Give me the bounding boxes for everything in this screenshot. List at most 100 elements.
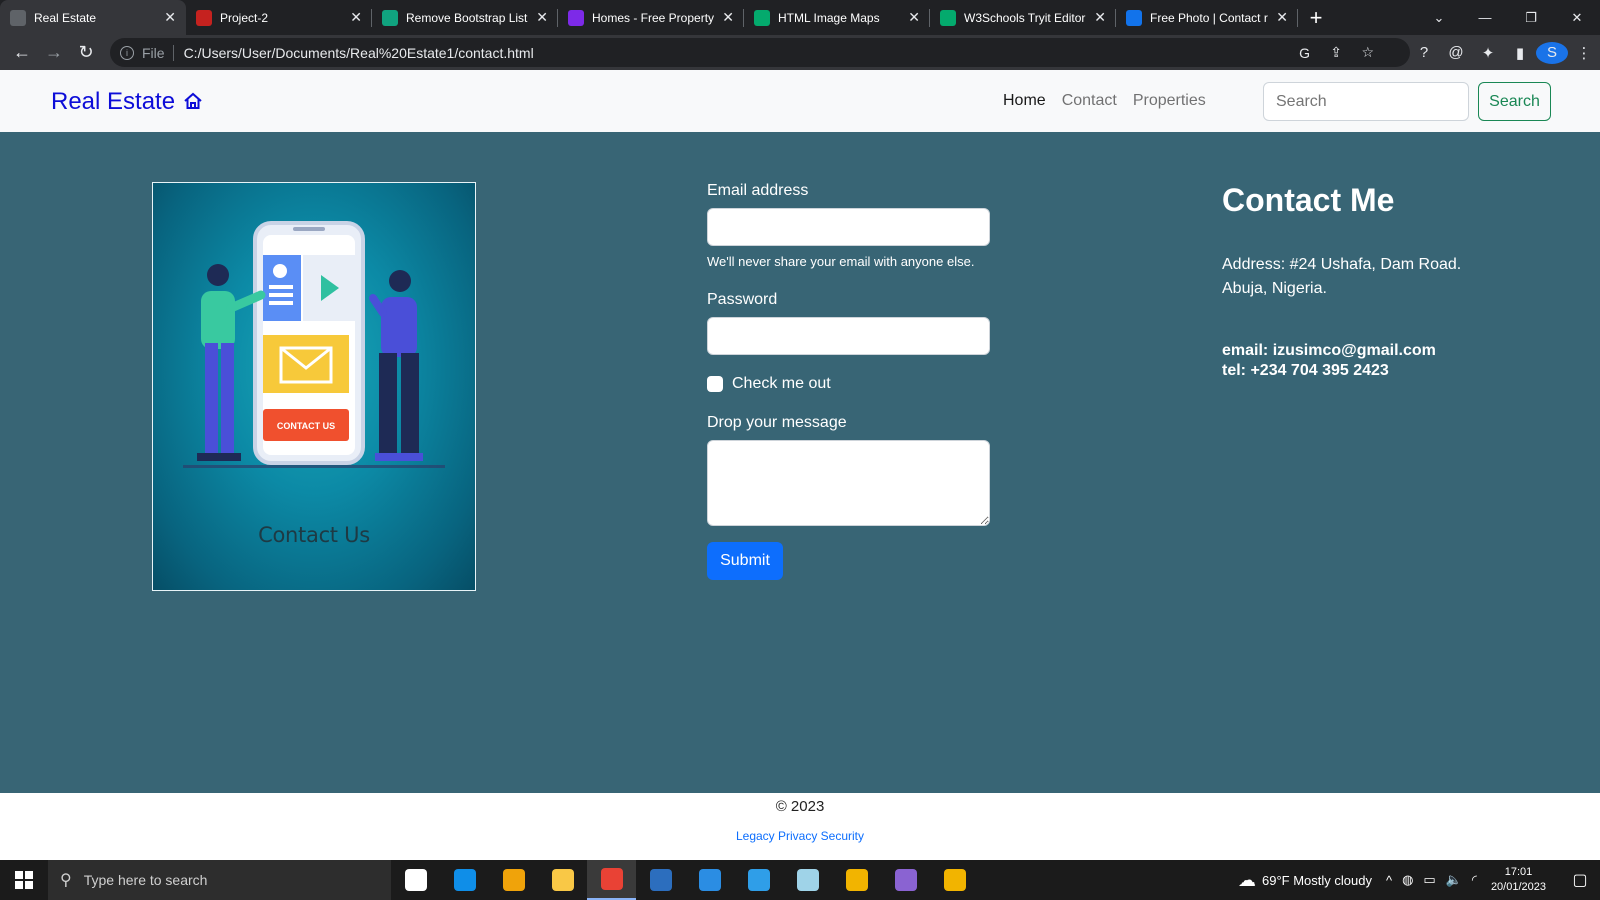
nav-properties[interactable]: Properties xyxy=(1133,92,1206,110)
date: 20/01/2023 xyxy=(1490,881,1546,893)
illustration-button-text: CONTACT US xyxy=(277,421,335,431)
taskbar-app[interactable] xyxy=(783,860,832,900)
menu-kebab-icon[interactable]: ⋮ xyxy=(1568,44,1600,62)
email-field[interactable] xyxy=(707,208,990,246)
password-field[interactable] xyxy=(707,317,990,355)
site-navbar: Real Estate Home Contact Properties Sear… xyxy=(0,70,1600,132)
time: 17:01 xyxy=(1504,866,1533,878)
message-label: Drop your message xyxy=(707,414,847,431)
illustration-graphic: CONTACT US xyxy=(183,221,445,468)
contact-heading: Contact Me xyxy=(1222,182,1395,218)
browser-tab[interactable]: Free Photo | Contact re ✕ xyxy=(1116,0,1298,35)
check-me-out-label[interactable]: Check me out xyxy=(732,375,831,393)
extensions-puzzle-icon[interactable]: ✦ xyxy=(1472,44,1504,62)
start-button[interactable] xyxy=(0,860,48,900)
new-tab-button[interactable]: + xyxy=(1298,0,1334,35)
tab-title: Remove Bootstrap List I xyxy=(406,10,529,25)
css3-icon xyxy=(649,869,672,891)
taskbar-app[interactable] xyxy=(587,860,636,900)
tab-search-icon[interactable]: ⌄ xyxy=(1416,0,1462,35)
browser-tab[interactable]: Project-2 ✕ xyxy=(186,0,372,35)
forward-button[interactable]: → xyxy=(38,37,70,69)
search-input[interactable] xyxy=(1263,82,1469,121)
tab-title: Real Estate xyxy=(34,10,97,25)
contact-email: email: izusimco@gmail.com xyxy=(1222,342,1436,359)
message-field[interactable] xyxy=(707,440,990,526)
google-icon[interactable]: G xyxy=(1299,45,1310,61)
weather-icon[interactable]: ☁ xyxy=(1238,870,1256,891)
contact-info: Contact Me Address: #24 Ushafa, Dam Road… xyxy=(1222,182,1542,381)
taskbar-app[interactable] xyxy=(734,860,783,900)
taskbar-app[interactable] xyxy=(930,860,979,900)
clock[interactable]: 17:01 20/01/2023 xyxy=(1491,865,1546,895)
tab-close-icon[interactable]: ✕ xyxy=(1276,9,1288,26)
taskbar-app[interactable] xyxy=(440,860,489,900)
taskbar-app[interactable] xyxy=(636,860,685,900)
taskbar-app[interactable] xyxy=(881,860,930,900)
notification-icon[interactable]: ▢ xyxy=(1560,870,1600,890)
browser-tab[interactable]: HTML Image Maps ✕ xyxy=(744,0,930,35)
footer-links[interactable]: Legacy Privacy Security xyxy=(0,829,1600,843)
tab-title: Homes - Free Property xyxy=(592,10,715,25)
avatar: S xyxy=(1536,41,1568,64)
brand[interactable]: Real Estate xyxy=(51,88,203,116)
contact-us-illustration: CONTACT US Contact Us xyxy=(152,182,476,591)
tab-close-icon[interactable]: ✕ xyxy=(164,9,176,26)
extension-help-icon[interactable]: ? xyxy=(1408,44,1440,61)
tab-close-icon[interactable]: ✕ xyxy=(1094,9,1106,26)
reload-button[interactable]: ↻ xyxy=(70,37,102,69)
tab-close-icon[interactable]: ✕ xyxy=(722,9,734,26)
nav-home[interactable]: Home xyxy=(1003,92,1046,110)
tab-close-icon[interactable]: ✕ xyxy=(908,9,920,26)
restore-button[interactable]: ❐ xyxy=(1508,0,1554,35)
edge-icon xyxy=(453,869,476,891)
close-window-button[interactable]: ✕ xyxy=(1554,0,1600,35)
back-button[interactable]: ← xyxy=(6,37,38,69)
project-icon xyxy=(196,9,212,26)
tab-close-icon[interactable]: ✕ xyxy=(350,9,362,26)
brand-name: Real Estate xyxy=(51,88,176,115)
taskbar-search[interactable]: ⚲ Type here to search xyxy=(48,860,391,900)
taskbar-app[interactable] xyxy=(685,860,734,900)
w3schools-icon xyxy=(754,9,770,26)
task-view-icon xyxy=(404,869,427,891)
battery-icon[interactable]: ▭ xyxy=(1423,872,1435,888)
browser-tab[interactable]: W3Schools Tryit Editor ✕ xyxy=(930,0,1116,35)
browser-tab[interactable]: Homes - Free Property ✕ xyxy=(558,0,744,35)
share-icon[interactable]: ⇪ xyxy=(1330,44,1342,61)
globe-icon xyxy=(10,9,26,26)
file-explorer-icon xyxy=(551,869,574,891)
side-panel-icon[interactable]: ▮ xyxy=(1504,44,1536,62)
openai-icon xyxy=(382,9,398,26)
shield-icon xyxy=(845,869,868,891)
info-icon[interactable]: i xyxy=(120,45,134,60)
taskbar-search-placeholder: Type here to search xyxy=(83,872,208,888)
search-button[interactable]: Search xyxy=(1478,82,1551,121)
address-bar[interactable]: i File C:/Users/User/Documents/Real%20Es… xyxy=(110,38,1410,67)
wifi-icon[interactable]: ◜ xyxy=(1472,872,1477,888)
illustration-caption: Contact Us xyxy=(258,523,370,547)
browser-tab[interactable]: Remove Bootstrap List I ✕ xyxy=(372,0,558,35)
tab-close-icon[interactable]: ✕ xyxy=(536,9,548,26)
check-me-out-checkbox[interactable] xyxy=(707,376,723,392)
url-text[interactable]: C:/Users/User/Documents/Real%20Estate1/c… xyxy=(184,45,534,61)
taskbar-app[interactable] xyxy=(489,860,538,900)
bookmark-star-icon[interactable]: ☆ xyxy=(1361,44,1374,61)
browser-tab[interactable]: Real Estate ✕ xyxy=(0,0,186,35)
network-icon[interactable]: ◍ xyxy=(1402,872,1413,888)
taskbar-app[interactable] xyxy=(832,860,881,900)
profile-avatar[interactable]: S xyxy=(1536,41,1568,64)
system-tray: ☁ 69°F Mostly cloudy ^ ◍ ▭ 🔈 ◜ 17:01 20/… xyxy=(1238,860,1600,900)
shield-icon xyxy=(943,869,966,891)
weather-text[interactable]: 69°F Mostly cloudy xyxy=(1262,873,1372,888)
address-line-1: Address: #24 Ushafa, Dam Road. xyxy=(1222,256,1462,273)
extension-at-icon[interactable]: @ xyxy=(1440,44,1472,61)
submit-button[interactable]: Submit xyxy=(707,542,783,580)
taskbar-app[interactable] xyxy=(538,860,587,900)
nav-contact[interactable]: Contact xyxy=(1062,92,1117,110)
tray-chevron-icon[interactable]: ^ xyxy=(1386,873,1392,888)
volume-icon[interactable]: 🔈 xyxy=(1446,872,1462,888)
main-section: CONTACT US Contact Us Email address We'l… xyxy=(0,132,1600,793)
minimize-button[interactable]: — xyxy=(1462,0,1508,35)
taskbar-app[interactable] xyxy=(391,860,440,900)
